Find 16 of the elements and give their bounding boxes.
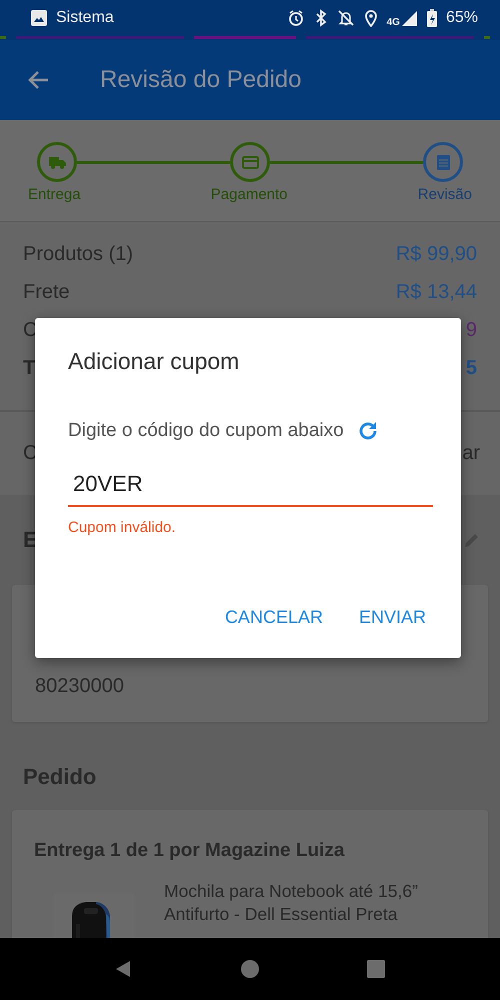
network-label: 4G [386,16,400,28]
delivery-title: Entrega 1 de 1 por Magazine Luiza [34,840,346,862]
dialog-prompt: Digite o código do cupom abaixo [68,420,344,442]
summary-value: R$ 99,90 [396,242,477,266]
summary-label: Produtos (1) [23,242,134,266]
dialog-title: Adicionar cupom [68,348,240,375]
battery-level: 65% [446,9,478,27]
summary-label: Frete [23,280,70,304]
app-name: Sistema [56,9,114,27]
summary-value: 9 [466,318,477,342]
page-title: Revisão do Pedido [100,66,302,94]
summary-value: 5 [466,356,477,380]
zip-code: 80230000 [35,675,124,697]
summary-value: R$ 13,44 [396,280,477,304]
error-message: Cupom inválido. [68,519,177,536]
summary-label: T [23,356,36,380]
